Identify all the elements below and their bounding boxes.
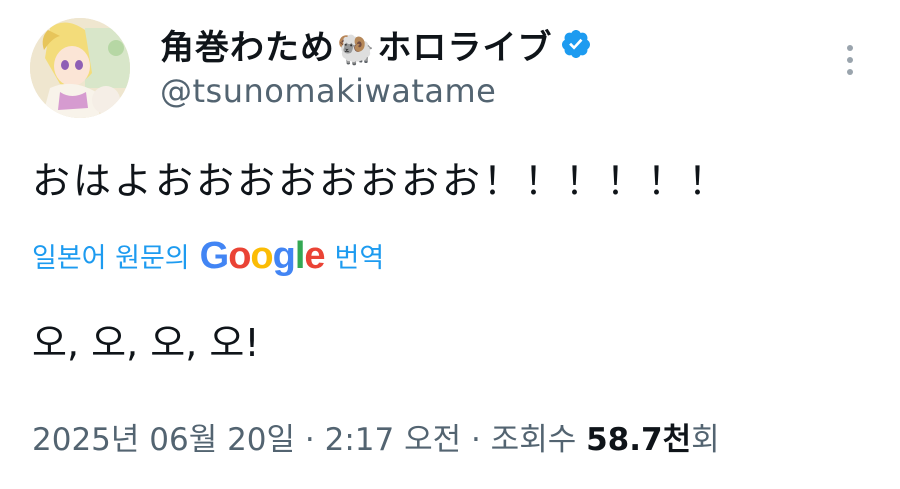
display-name-suffix: ホロライブ [377, 27, 553, 68]
author-handle[interactable]: @tsunomakiwatame [160, 72, 496, 110]
translate-prefix: 일본어 원문의 [32, 243, 190, 274]
display-name-text: 角巻わため [160, 27, 335, 68]
verified-badge-icon [560, 28, 592, 60]
views-suffix: 회 [691, 422, 720, 458]
more-options-button[interactable] [836, 40, 864, 80]
more-dot [847, 69, 853, 75]
tweet-text: おはよおおおおおおおお！！！！！！ [32, 159, 730, 203]
avatar[interactable] [30, 18, 130, 118]
author-display-name[interactable]: 角巻わため🐏ホロライブ [160, 20, 552, 69]
author-name-row[interactable]: 角巻わため🐏ホロライブ [160, 20, 592, 68]
translated-text: 오, 오, 오, 오! [32, 321, 260, 365]
views-count[interactable]: 58.7천 [586, 422, 691, 458]
timestamp-link[interactable]: 2025년 06월 20일 · 2:17 오전 · 조회수 [32, 422, 576, 458]
translate-link[interactable]: 일본어 원문의 Google 번역 [32, 236, 384, 275]
google-logo: Google [199, 234, 326, 277]
sheep-emoji: 🐏 [337, 31, 376, 67]
translate-suffix: 번역 [334, 243, 385, 274]
more-dot [847, 57, 853, 63]
tweet-meta: 2025년 06월 20일 · 2:17 오전 · 조회수 58.7천회 [32, 414, 720, 459]
more-dot [847, 45, 853, 51]
avatar-image [30, 18, 130, 118]
